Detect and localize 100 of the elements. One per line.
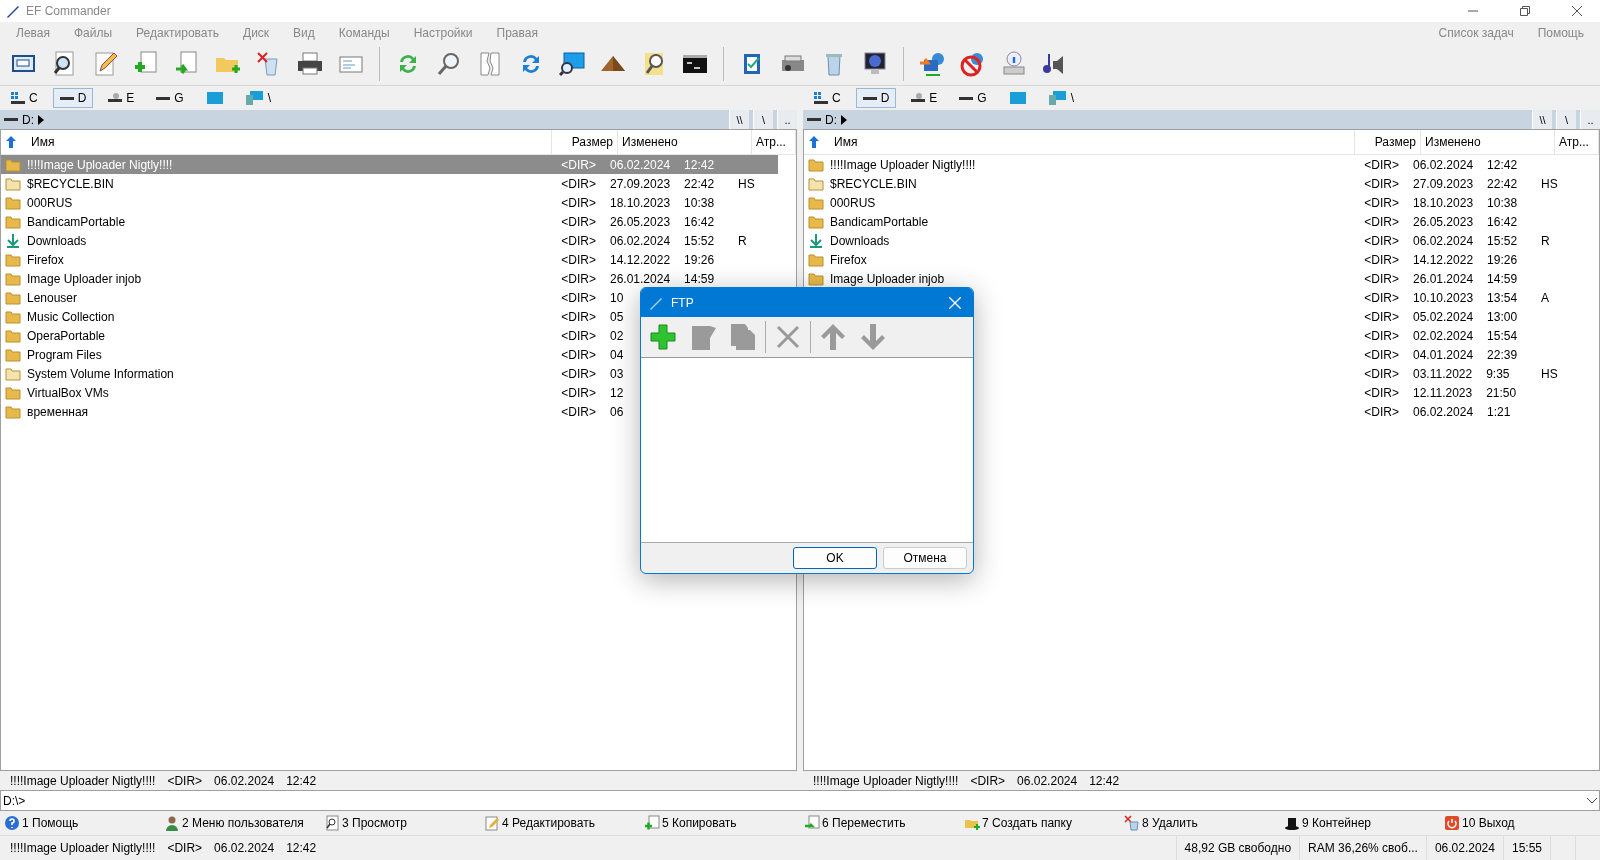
drive-button[interactable]: C [4, 88, 45, 108]
plus-icon [648, 322, 678, 352]
file-size: <DIR> [560, 328, 597, 343]
file-name: Program Files [26, 347, 103, 362]
removable-drive-icon [911, 92, 926, 104]
folder-icon [5, 271, 21, 286]
drive-button[interactable]: G [149, 88, 191, 108]
file-row[interactable]: VirtualBox VMs <DIR> 12 [1, 383, 778, 402]
dialog-button[interactable]: Отмена [883, 547, 967, 569]
file-row[interactable]: временная <DIR> 06 [1, 402, 778, 421]
folder-icon [5, 214, 21, 229]
file-row[interactable]: Program Files <DIR> 04 [1, 345, 778, 364]
function-key-button[interactable]: 5 Копировать [640, 815, 800, 831]
drive-button[interactable]: D [855, 88, 897, 108]
dialog-button[interactable]: OK [793, 547, 877, 569]
file-size: <DIR> [560, 157, 597, 172]
command-line-field[interactable]: D:\> [0, 790, 1600, 811]
status-time: 12:42 [286, 841, 317, 855]
file-name: Firefox [26, 252, 65, 267]
column-header[interactable]: Изменено [1421, 130, 1555, 154]
column-header[interactable]: Атр... [752, 130, 796, 154]
copy-icon [644, 815, 660, 831]
file-row[interactable]: 000RUS <DIR> 18.10.2023 10:38 [804, 193, 1581, 212]
folder-icon [5, 252, 21, 267]
function-key-button[interactable]: 3 Просмотр [320, 815, 480, 831]
file-row[interactable]: Downloads <DIR> 06.02.2024 15:52 R [1, 231, 778, 250]
file-row[interactable]: Downloads <DIR> 06.02.2024 15:52 R [804, 231, 1581, 250]
copy-icon [728, 322, 758, 352]
restore-icon [1520, 6, 1530, 16]
file-date: 14.12.2022 [1412, 252, 1475, 267]
info-date: 06.02.2024 [1017, 773, 1078, 788]
status-cell: RAM 36,26% своб... [1299, 836, 1426, 860]
info-name: !!!!Image Uploader Nigtly!!!! [10, 773, 156, 788]
folder-icon [5, 195, 21, 210]
power-icon [1444, 815, 1460, 831]
file-row[interactable]: 000RUS <DIR> 18.10.2023 10:38 [1, 193, 778, 212]
file-row[interactable]: $RECYCLE.BIN <DIR> 27.09.2023 22:42 HS [1, 174, 778, 193]
function-key-button[interactable]: 2 Меню пользователя [160, 815, 320, 831]
file-row[interactable]: Image Uploader injob <DIR> 26.01.2024 14:59 [804, 269, 1581, 288]
function-key-button[interactable]: 9 Контейнер [1280, 815, 1440, 831]
file-date: 05.02.2024 [1412, 309, 1475, 324]
file-time: 15:52 [1486, 233, 1519, 248]
file-time: 10:38 [1486, 195, 1519, 210]
file-time: 15:52 [683, 233, 716, 248]
function-key-button[interactable]: 6 Переместить [800, 815, 960, 831]
drive-button[interactable]: E [101, 88, 142, 108]
status-name: !!!!Image Uploader Nigtly!!!! [10, 841, 156, 855]
file-row[interactable]: Firefox <DIR> 14.12.2022 19:26 [804, 250, 1581, 269]
column-header[interactable]: Атр... [1555, 130, 1599, 154]
file-row[interactable]: $RECYCLE.BIN <DIR> 27.09.2023 22:42 HS [804, 174, 1581, 193]
drive-button[interactable]: E [904, 88, 945, 108]
drive-icon [156, 96, 171, 100]
path-button[interactable]: .. [777, 110, 797, 129]
file-row[interactable]: BandicamPortable <DIR> 26.05.2023 16:42 [804, 212, 1581, 231]
function-key-button[interactable]: 10 Выход [1440, 815, 1600, 831]
file-time: 21:50 [1485, 385, 1518, 400]
drive-button[interactable]: D [52, 88, 94, 108]
file-name: $RECYCLE.BIN [26, 176, 115, 191]
function-key-button[interactable]: 7 Создать папку [960, 815, 1120, 831]
drive-button[interactable]: \ [238, 88, 279, 108]
file-row[interactable]: OperaPortable <DIR> 02 [1, 326, 778, 345]
drive-icon [959, 96, 974, 100]
file-row[interactable]: Image Uploader injob <DIR> 26.01.2024 14:59 [1, 269, 778, 288]
file-size: <DIR> [560, 366, 597, 381]
file-name: !!!!Image Uploader Nigtly!!!! [829, 157, 977, 172]
status-cell: 06.02.2024 [1425, 836, 1503, 860]
file-row[interactable]: Music Collection <DIR> 05 [1, 307, 778, 326]
file-row[interactable]: BandicamPortable <DIR> 26.05.2023 16:42 [1, 212, 778, 231]
file-size: <DIR> [1363, 404, 1400, 419]
path-button[interactable]: \\ [729, 110, 749, 129]
function-key-button[interactable]: 8 Удалить [1120, 815, 1280, 831]
file-row[interactable]: Firefox <DIR> 14.12.2022 19:26 [1, 250, 778, 269]
file-size: <DIR> [560, 309, 597, 324]
file-name: $RECYCLE.BIN [829, 176, 918, 191]
file-attributes: R [737, 233, 748, 248]
file-row[interactable]: System Volume Information <DIR> 03 [1, 364, 778, 383]
path-button[interactable]: .. [1580, 110, 1600, 129]
file-time: 13:54 [1486, 290, 1519, 305]
drive-button[interactable]: C [807, 88, 848, 108]
column-header[interactable]: Имя [1, 130, 552, 154]
function-key-button[interactable]: 4 Редактировать [480, 815, 640, 831]
info-time: 12:42 [286, 773, 317, 788]
column-header[interactable]: Размер [552, 130, 618, 154]
path-button[interactable]: \ [1556, 110, 1576, 129]
drive-button[interactable]: G [952, 88, 994, 108]
drive-button[interactable]: \ [1041, 88, 1082, 108]
column-header[interactable]: Размер [1355, 130, 1421, 154]
move-icon [804, 815, 820, 831]
column-header[interactable]: Изменено [618, 130, 752, 154]
file-time: 22:42 [683, 176, 716, 191]
path-button[interactable]: \ [753, 110, 773, 129]
column-header[interactable]: Имя [804, 130, 1355, 154]
file-attributes: HS [1540, 366, 1559, 381]
triangle-right-icon [841, 114, 847, 125]
file-date: 18.10.2023 [609, 195, 672, 210]
path-text: D: [22, 112, 34, 127]
file-row[interactable]: !!!!Image Uploader Nigtly!!!! <DIR> 06.02.2024 12:42 [804, 155, 1581, 174]
pen-icon [649, 295, 663, 310]
path-button[interactable]: \\ [1532, 110, 1552, 129]
function-key-button[interactable]: 1 Помощь [0, 815, 160, 831]
